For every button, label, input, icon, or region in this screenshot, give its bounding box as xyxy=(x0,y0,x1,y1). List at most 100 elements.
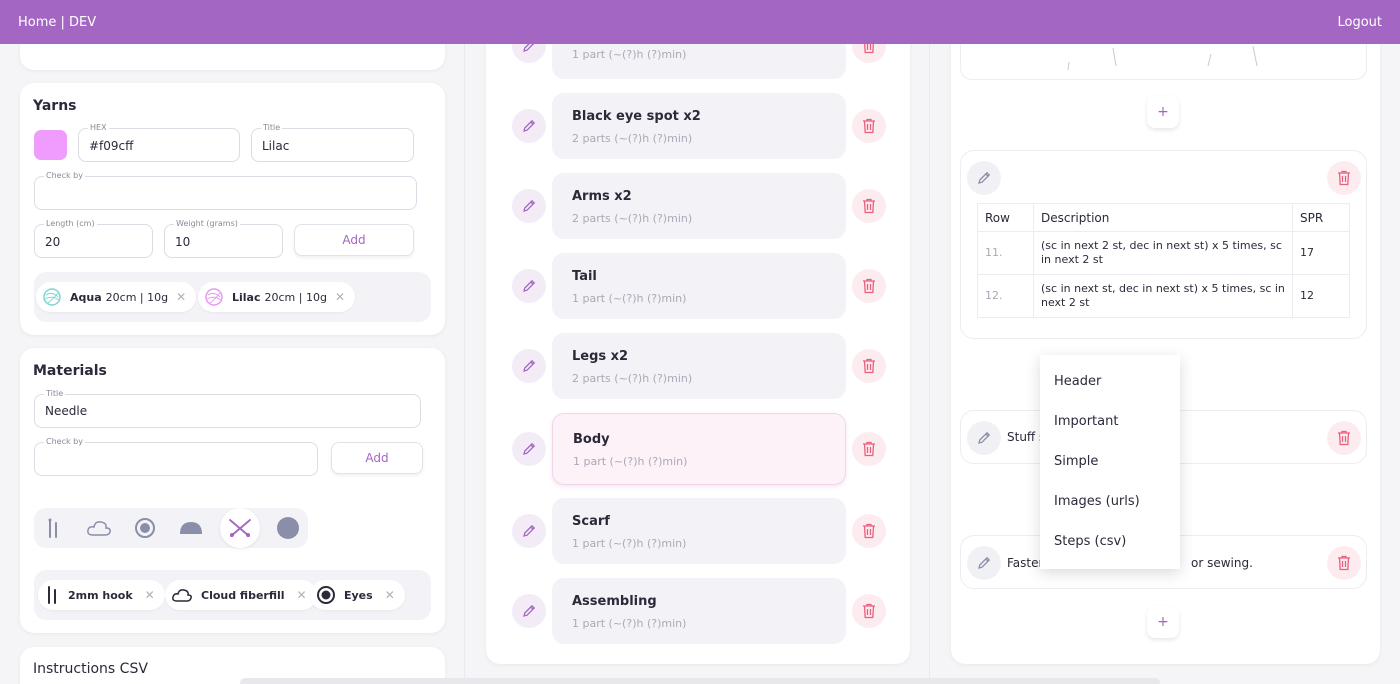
bottom-scrollbar[interactable] xyxy=(240,678,1160,684)
length-field[interactable]: Length (cm) 20 xyxy=(34,219,153,258)
pencil-icon xyxy=(978,431,991,444)
part-card[interactable]: Assembling 1 part (~(?)h (?)min) xyxy=(552,578,846,644)
delete-step-button[interactable] xyxy=(1327,421,1361,455)
part-row: Black eye spot x2 2 parts (~(?)h (?)min) xyxy=(466,93,930,159)
material-title-field[interactable]: Title Needle xyxy=(34,389,421,428)
part-row: Tail 1 part (~(?)h (?)min) xyxy=(466,253,930,319)
pencil-icon xyxy=(523,524,536,537)
part-card[interactable]: Black eye spot x2 2 parts (~(?)h (?)min) xyxy=(552,93,846,159)
material-check-by-field[interactable]: Check by xyxy=(34,437,318,476)
delete-part-button[interactable] xyxy=(852,269,886,303)
material-chip-cloud[interactable]: Cloud fiberfill ✕ xyxy=(165,580,317,610)
yarn-chip-lilac[interactable]: Lilac 20cm | 10g ✕ xyxy=(198,282,356,312)
part-title: Tail xyxy=(572,269,597,284)
hook-icon[interactable] xyxy=(34,508,74,548)
circle-icon[interactable] xyxy=(268,508,308,548)
material-check-by-label: Check by xyxy=(44,437,85,446)
instructions-title: Instructions CSV xyxy=(33,661,148,677)
part-row: Body 1 part (~(?)h (?)min) xyxy=(466,413,930,485)
row-number: 11. xyxy=(977,231,1034,275)
trash-icon xyxy=(863,118,875,134)
menu-item-important[interactable]: Important xyxy=(1054,414,1118,429)
edit-step-button[interactable] xyxy=(967,421,1001,455)
pencil-icon xyxy=(523,279,536,292)
needles-icon[interactable] xyxy=(220,508,260,548)
materials-title: Materials xyxy=(33,363,107,379)
yarn-chips-row: Aqua 20cm | 10g ✕ Lilac 20cm | 10g ✕ xyxy=(34,272,431,322)
part-card[interactable]: Arms x2 2 parts (~(?)h (?)min) xyxy=(552,173,846,239)
remove-chip-icon[interactable]: ✕ xyxy=(145,588,155,602)
part-subtitle: 1 part (~(?)h (?)min) xyxy=(572,292,687,305)
material-title-label: Title xyxy=(44,389,66,398)
length-value: 20 xyxy=(45,235,61,249)
weight-field[interactable]: Weight (grams) 10 xyxy=(164,219,283,258)
trash-icon xyxy=(1338,170,1350,186)
delete-part-button[interactable] xyxy=(852,109,886,143)
step-text-right: or sewing. xyxy=(1191,556,1253,570)
edit-step-button[interactable] xyxy=(967,546,1001,580)
edit-step-button[interactable] xyxy=(967,161,1001,195)
pencil-icon xyxy=(523,359,536,372)
edit-part-button[interactable] xyxy=(512,269,546,303)
delete-part-button[interactable] xyxy=(852,349,886,383)
edit-part-button[interactable] xyxy=(512,109,546,143)
chip-name: Lilac xyxy=(232,290,261,304)
logout-link[interactable]: Logout xyxy=(1337,15,1382,30)
delete-part-button[interactable] xyxy=(852,189,886,223)
add-material-button[interactable]: Add xyxy=(331,442,423,474)
menu-item-images[interactable]: Images (urls) xyxy=(1054,494,1140,509)
materials-card: Materials Title Needle Check by Add 2mm … xyxy=(20,348,445,633)
hex-field[interactable]: HEX #f09cff xyxy=(78,123,240,162)
material-chip-eyes[interactable]: Eyes ✕ xyxy=(310,580,405,610)
remove-chip-icon[interactable]: ✕ xyxy=(335,290,345,304)
part-card[interactable]: Body 1 part (~(?)h (?)min) xyxy=(552,413,846,485)
home-link[interactable]: Home | DEV xyxy=(18,15,96,30)
delete-step-button[interactable] xyxy=(1327,161,1361,195)
menu-item-simple[interactable]: Simple xyxy=(1054,454,1098,469)
part-title: Black eye spot x2 xyxy=(572,109,701,124)
row-description: (sc in next 2 st, dec in next st) x 5 ti… xyxy=(1033,231,1293,275)
remove-chip-icon[interactable]: ✕ xyxy=(176,290,186,304)
part-title: Arms x2 xyxy=(572,189,632,204)
delete-part-button[interactable] xyxy=(852,432,886,466)
part-row: Legs x2 2 parts (~(?)h (?)min) xyxy=(466,333,930,399)
menu-item-header[interactable]: Header xyxy=(1054,374,1101,389)
edit-part-button[interactable] xyxy=(512,594,546,628)
material-chip-hook[interactable]: 2mm hook ✕ xyxy=(38,580,165,610)
row-spr: 17 xyxy=(1292,231,1350,275)
cloud-icon[interactable] xyxy=(79,508,119,548)
chip-name: Eyes xyxy=(344,588,373,602)
part-card[interactable]: Legs x2 2 parts (~(?)h (?)min) xyxy=(552,333,846,399)
edit-part-button[interactable] xyxy=(512,349,546,383)
delete-step-button[interactable] xyxy=(1327,546,1361,580)
pencil-icon xyxy=(523,119,536,132)
delete-part-button[interactable] xyxy=(852,594,886,628)
chip-name: 2mm hook xyxy=(68,588,133,602)
chip-name: Cloud fiberfill xyxy=(201,588,285,602)
edit-part-button[interactable] xyxy=(512,514,546,548)
menu-item-steps-csv[interactable]: Steps (csv) xyxy=(1054,534,1126,549)
delete-part-button[interactable] xyxy=(852,514,886,548)
remove-chip-icon[interactable]: ✕ xyxy=(385,588,395,602)
eye-icon[interactable] xyxy=(125,508,165,548)
yarn-color-swatch[interactable] xyxy=(34,130,67,160)
remove-chip-icon[interactable]: ✕ xyxy=(297,588,307,602)
edit-part-button[interactable] xyxy=(512,189,546,223)
edit-part-button[interactable] xyxy=(512,432,546,466)
row-number: 12. xyxy=(977,274,1034,318)
add-yarn-button[interactable]: Add xyxy=(294,224,414,256)
yarn-title-field[interactable]: Title Lilac xyxy=(251,123,414,162)
add-step-button-bottom[interactable]: + xyxy=(1147,606,1179,638)
felt-icon[interactable] xyxy=(171,508,211,548)
part-subtitle: 2 parts (~(?)h (?)min) xyxy=(572,132,693,145)
trash-icon xyxy=(863,198,875,214)
yarn-check-by-field[interactable]: Check by xyxy=(34,171,417,210)
hex-label: HEX xyxy=(88,123,109,132)
yarn-title-value: Lilac xyxy=(262,139,290,153)
yarn-chip-aqua[interactable]: Aqua 20cm | 10g ✕ xyxy=(36,282,197,312)
add-step-button-top[interactable]: + xyxy=(1147,96,1179,128)
table-row: 11. (sc in next 2 st, dec in next st) x … xyxy=(977,231,1350,275)
col-header-row: Row xyxy=(977,203,1034,232)
part-card[interactable]: Tail 1 part (~(?)h (?)min) xyxy=(552,253,846,319)
part-card[interactable]: Scarf 1 part (~(?)h (?)min) xyxy=(552,498,846,564)
